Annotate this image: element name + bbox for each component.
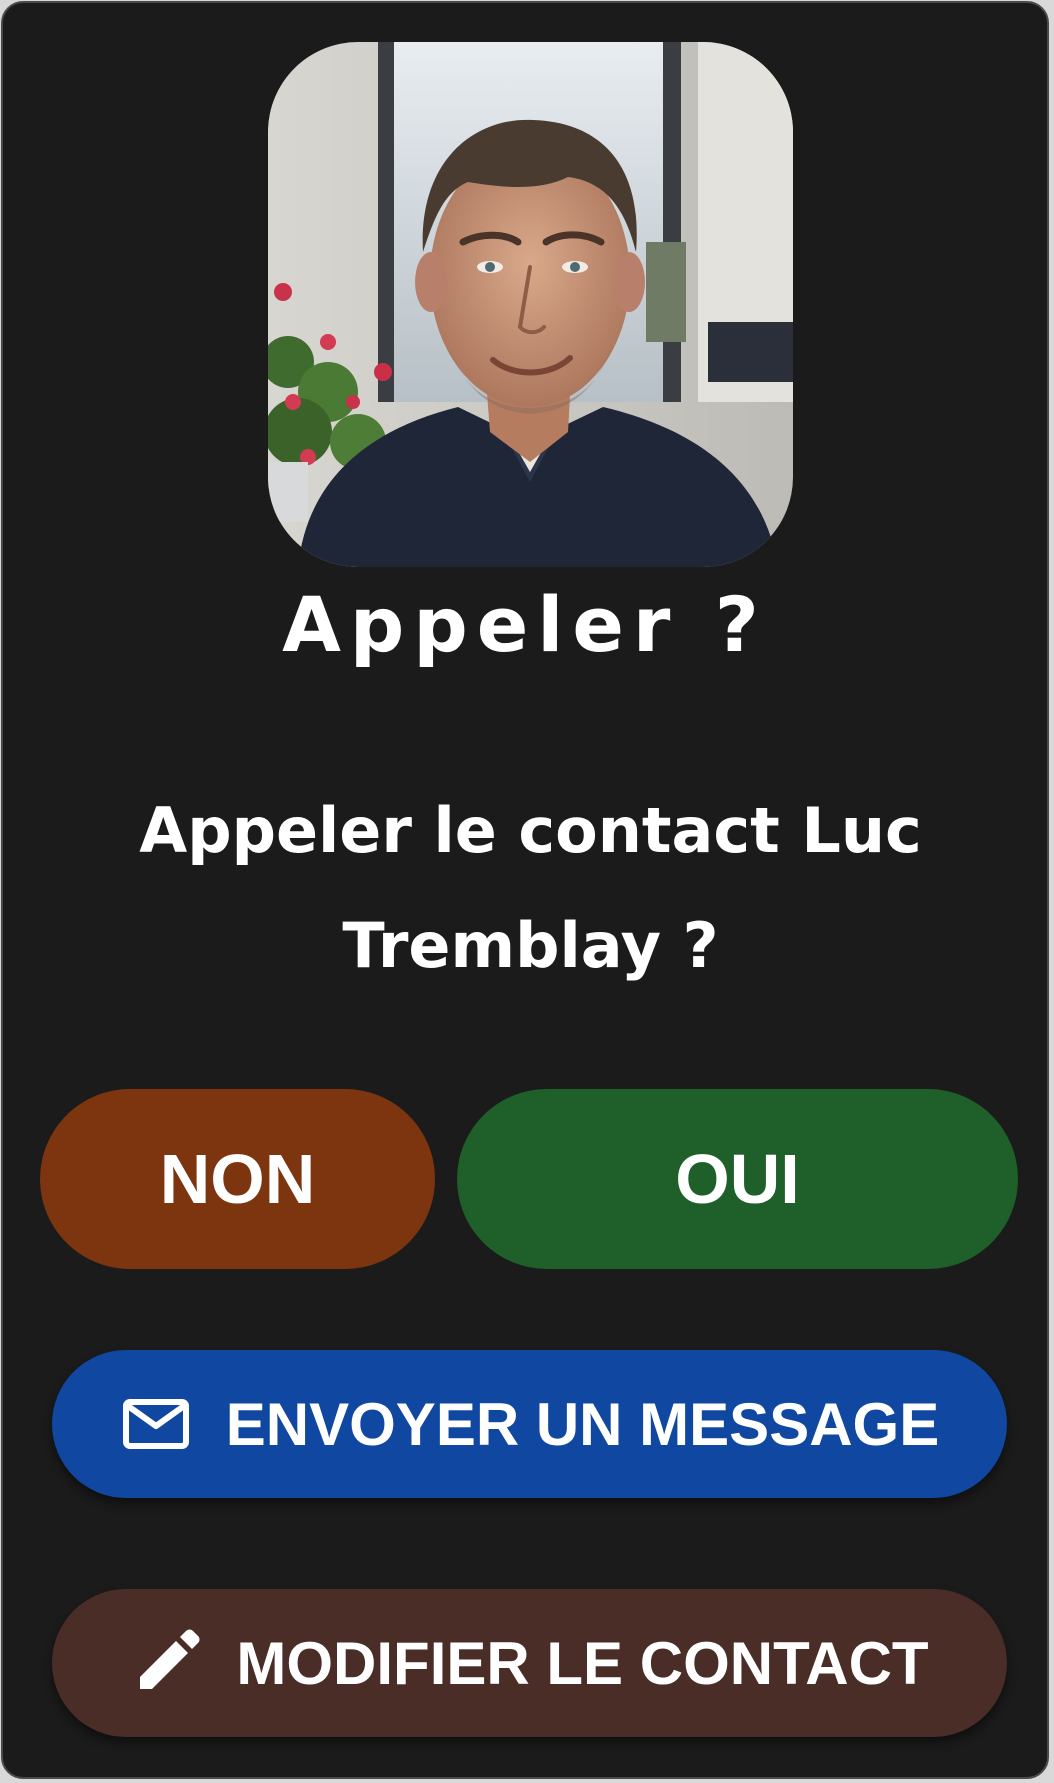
dialog-title: Appeler ? <box>282 580 768 669</box>
edit-contact-button[interactable]: MODIFIER LE CONTACT <box>52 1589 1007 1737</box>
yes-button-label: OUI <box>675 1140 800 1218</box>
mail-icon <box>120 1388 192 1460</box>
call-confirm-dialog: Appeler ? Appeler le contact Luc Trembla… <box>1 1 1049 1779</box>
send-message-label: ENVOYER UN MESSAGE <box>225 1390 940 1458</box>
no-button[interactable]: NON <box>40 1089 435 1269</box>
edit-contact-label: MODIFIER LE CONTACT <box>236 1629 929 1697</box>
contact-avatar <box>268 42 793 567</box>
yes-button[interactable]: OUI <box>457 1089 1018 1269</box>
no-button-label: NON <box>159 1140 316 1218</box>
dialog-message: Appeler le contact Luc Tremblay ? <box>139 794 922 982</box>
send-message-button[interactable]: ENVOYER UN MESSAGE <box>52 1350 1007 1498</box>
pencil-icon <box>130 1627 202 1699</box>
